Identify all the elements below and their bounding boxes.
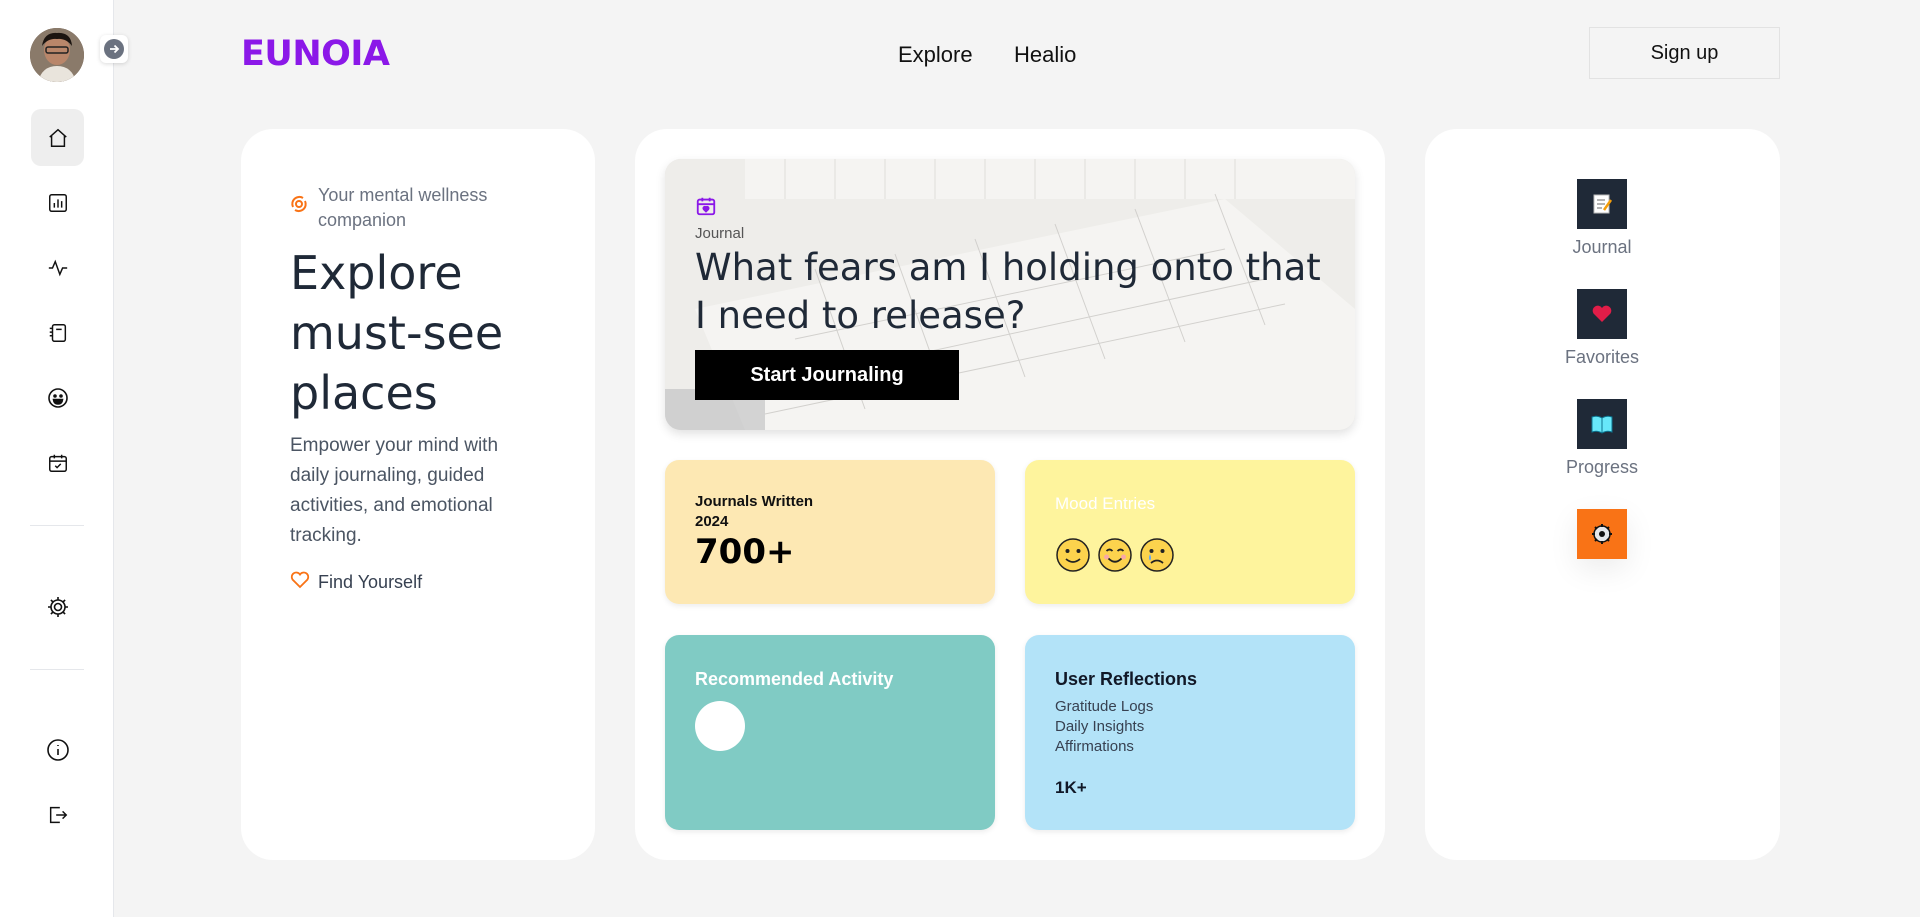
journal-prompt: What fears am I holding onto that I need… bbox=[695, 246, 1321, 337]
menu-favorites[interactable]: Favorites bbox=[1540, 289, 1664, 368]
memo-icon bbox=[1577, 179, 1627, 229]
journals-written-tile[interactable]: Journals Written 2024 700+ bbox=[665, 460, 995, 604]
logout-icon[interactable] bbox=[31, 786, 84, 843]
menu-journal[interactable]: Journal bbox=[1540, 179, 1664, 258]
tagline: Your mental wellness companion bbox=[318, 185, 488, 230]
home-icon[interactable] bbox=[31, 109, 84, 166]
menu-progress[interactable]: Progress bbox=[1540, 399, 1664, 478]
reflections-count: 1K+ bbox=[1055, 778, 1087, 797]
user-avatar[interactable] bbox=[30, 28, 84, 82]
gear-icon bbox=[1577, 509, 1627, 559]
menu-favorites-label: Favorites bbox=[1564, 347, 1640, 367]
find-yourself-label: Find Yourself bbox=[318, 572, 423, 592]
sidebar-expand-button[interactable] bbox=[100, 35, 128, 63]
menu-journal-label: Journal bbox=[1572, 237, 1632, 257]
activity-icon[interactable] bbox=[31, 239, 84, 296]
crying-face-icon[interactable] bbox=[1139, 537, 1175, 573]
journals-year: 2024 bbox=[695, 513, 729, 530]
sidebar-divider bbox=[30, 669, 84, 670]
brand-logo[interactable]: EUNOIA bbox=[241, 34, 390, 74]
smiling-blush-icon[interactable] bbox=[1097, 537, 1133, 573]
journals-count: 700+ bbox=[695, 532, 795, 572]
journal-label: Journal bbox=[695, 225, 745, 242]
recommended-activity-tile[interactable]: Recommended Activity bbox=[665, 635, 995, 830]
notebook-icon[interactable] bbox=[31, 304, 84, 361]
slight-smile-icon[interactable] bbox=[1055, 537, 1091, 573]
bar-chart-icon[interactable] bbox=[31, 174, 84, 231]
sidebar-divider bbox=[30, 525, 84, 526]
start-journaling-button[interactable]: Start Journaling bbox=[695, 350, 959, 400]
mood-entries-tile[interactable]: Mood Entries bbox=[1025, 460, 1355, 604]
nav-explore[interactable]: Explore bbox=[898, 42, 973, 68]
orbit-icon bbox=[290, 195, 308, 233]
open-book-icon bbox=[1577, 399, 1627, 449]
reflections-list: Gratitude Logs Daily Insights Affirmatio… bbox=[1055, 697, 1153, 757]
activity-avatar bbox=[695, 701, 745, 751]
journals-label: Journals Written bbox=[695, 493, 814, 510]
menu-settings[interactable] bbox=[1540, 509, 1664, 559]
settings-icon[interactable] bbox=[31, 578, 84, 635]
sidebar bbox=[0, 0, 114, 917]
list-item: Affirmations bbox=[1055, 738, 1134, 755]
reflections-title: User Reflections bbox=[1055, 669, 1198, 689]
hero-title: Explore must-see places bbox=[290, 246, 504, 420]
list-item: Daily Insights bbox=[1055, 718, 1145, 735]
journal-banner: Journal What fears am I holding onto tha… bbox=[665, 159, 1355, 430]
arrow-right-icon bbox=[104, 39, 124, 59]
info-icon[interactable] bbox=[31, 721, 84, 778]
mood-emojis bbox=[1055, 537, 1175, 573]
hero-description: Empower your mind with daily journaling,… bbox=[290, 435, 499, 546]
menu-progress-label: Progress bbox=[1565, 457, 1639, 477]
nav-healio[interactable]: Healio bbox=[1014, 42, 1076, 68]
calendar-heart-icon bbox=[695, 195, 717, 222]
user-reflections-tile[interactable]: User Reflections Gratitude Logs Daily In… bbox=[1025, 635, 1355, 830]
mood-title: Mood Entries bbox=[1055, 494, 1156, 513]
list-item: Gratitude Logs bbox=[1055, 698, 1154, 715]
signup-button[interactable]: Sign up bbox=[1589, 27, 1780, 79]
tagline-row: Your mental wellness companion bbox=[290, 183, 518, 233]
find-yourself-link[interactable]: Find Yourself bbox=[290, 571, 422, 594]
heart-outline-icon bbox=[290, 571, 310, 594]
activity-title: Recommended Activity bbox=[695, 669, 894, 689]
heart-icon bbox=[1577, 289, 1627, 339]
calendar-check-icon[interactable] bbox=[31, 434, 84, 491]
smiley-icon[interactable] bbox=[31, 369, 84, 426]
